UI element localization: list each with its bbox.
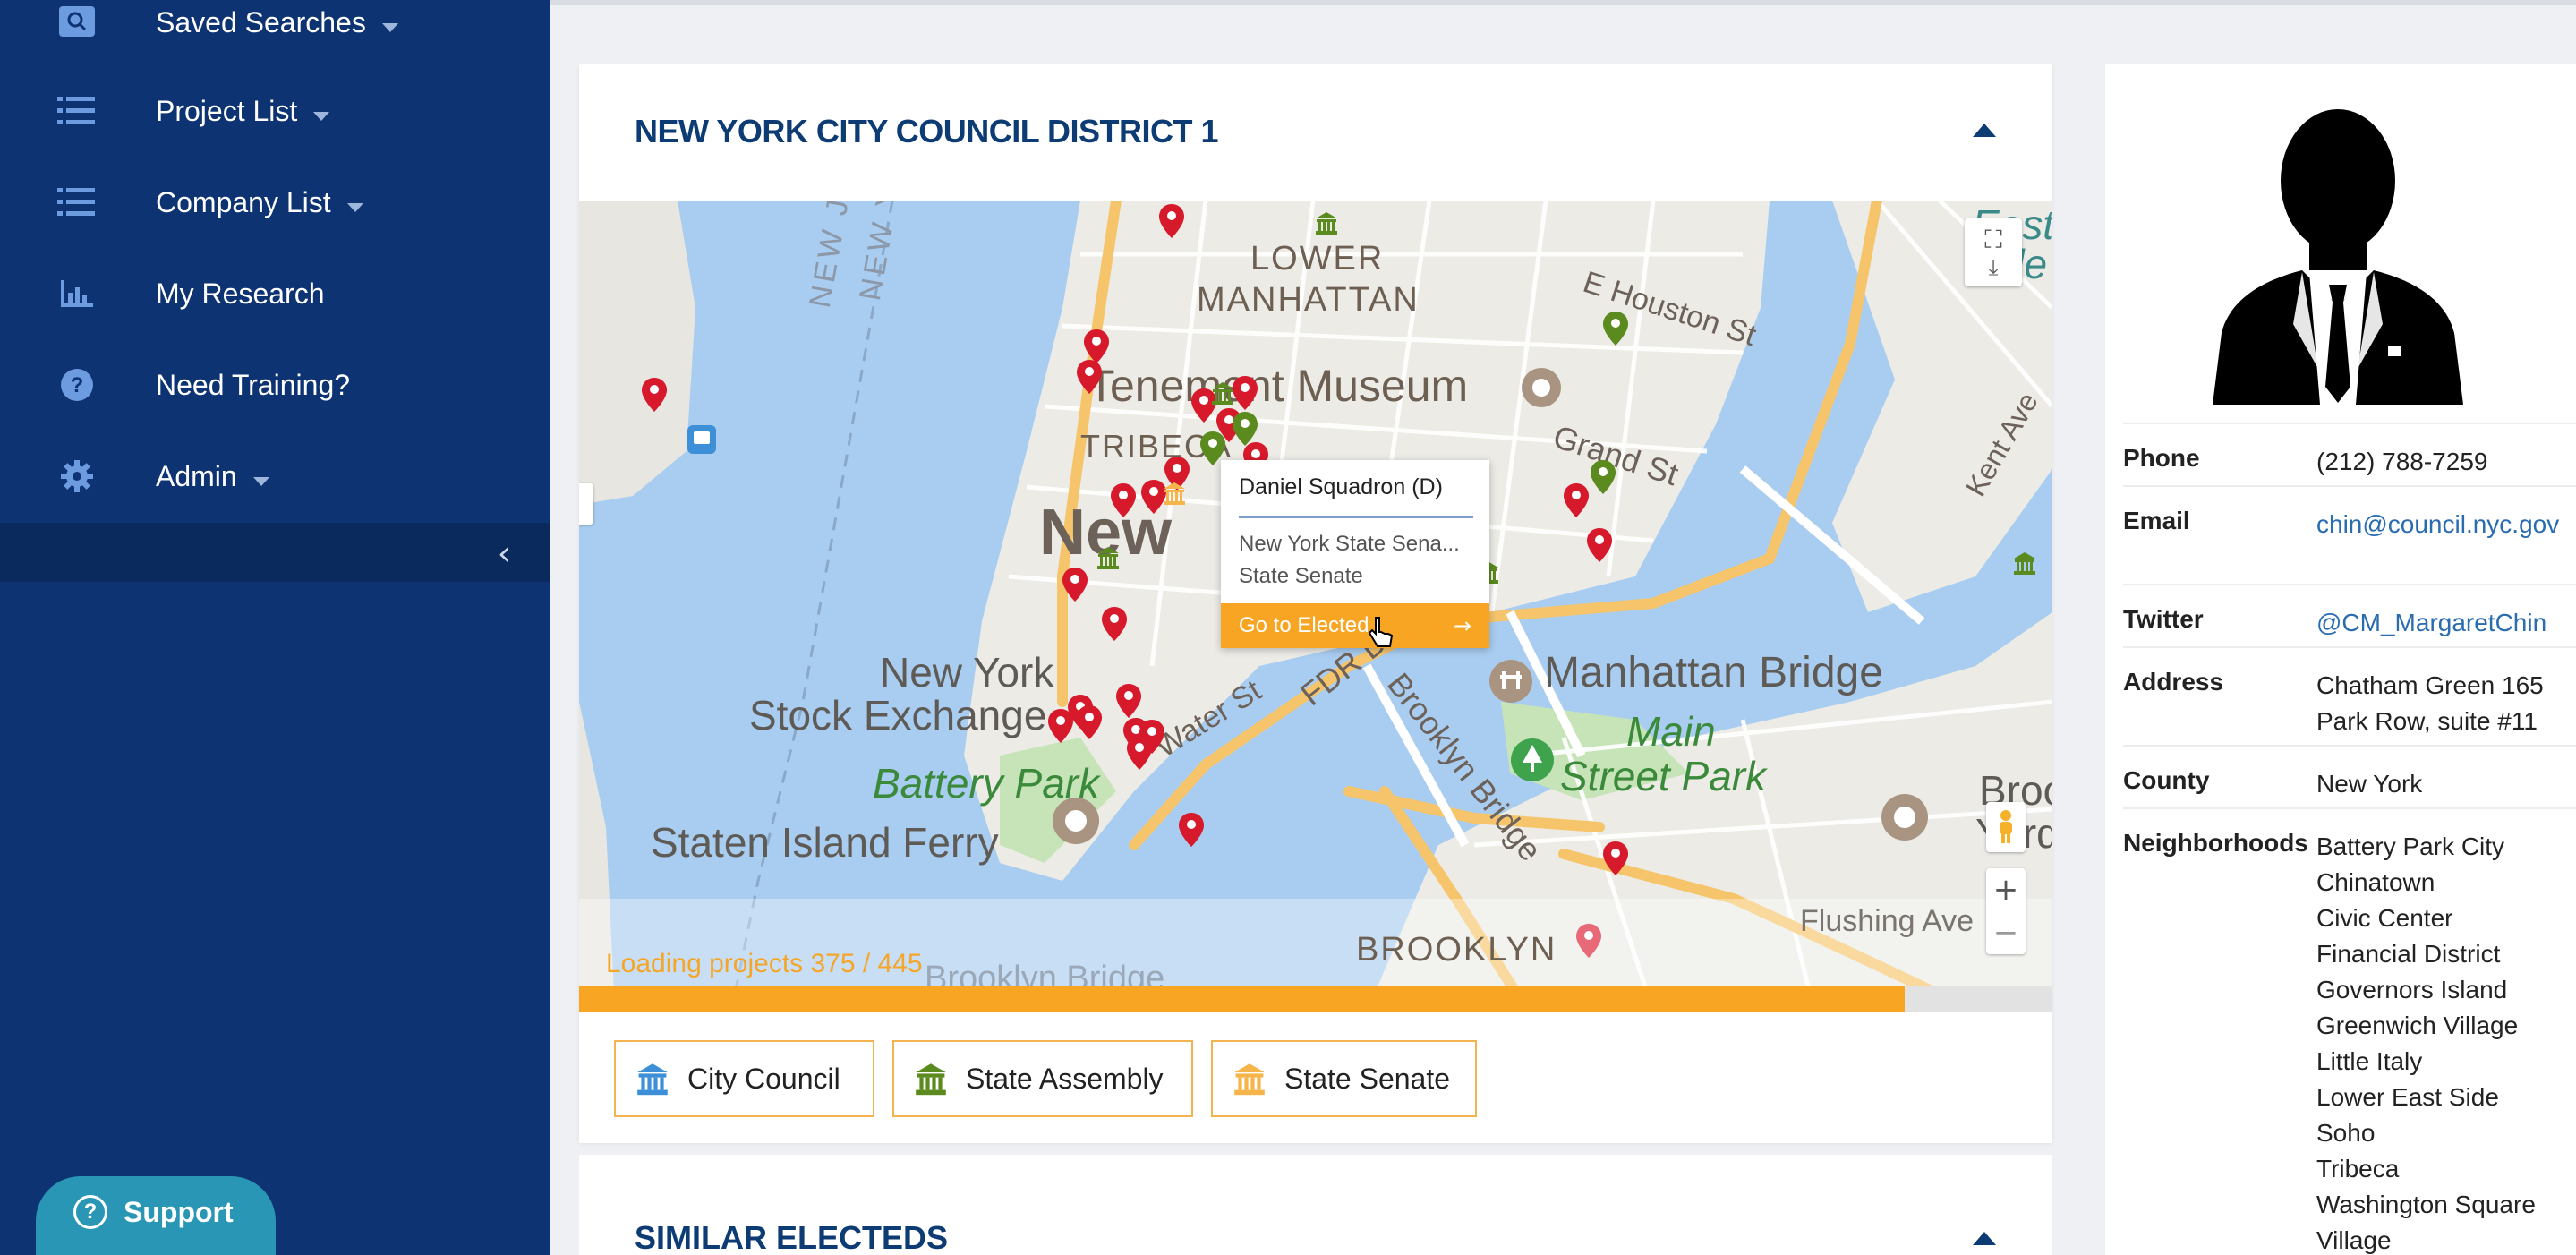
- district-map[interactable]: LOWER MANHATTAN Tenement Museum TRIBECA …: [579, 201, 2052, 1012]
- profile-row-email: Email chin@council.nyc.gov: [2123, 485, 2576, 584]
- popup-body: State Senate: [1239, 564, 1363, 588]
- similar-electeds-title: SIMILAR ELECTEDS: [635, 1219, 949, 1255]
- twitter-label: Twitter: [2123, 605, 2204, 633]
- loading-status: Loading projects 375 / 445: [606, 949, 923, 978]
- popup-office: New York State Sena...: [1239, 532, 1460, 556]
- support-button[interactable]: ? Support: [36, 1176, 276, 1255]
- list-item: Battery Park City: [2316, 832, 2505, 860]
- svg-text:?: ?: [71, 373, 84, 397]
- download-icon: ⤓: [1988, 255, 1999, 280]
- question-circle-icon: ?: [73, 1195, 107, 1229]
- list-item: Governors Island: [2316, 976, 2508, 1003]
- capitol-icon: [637, 1063, 668, 1096]
- sidebar-item-admin[interactable]: Admin: [0, 431, 550, 522]
- sidebar-item-my-research[interactable]: My Research: [0, 248, 550, 339]
- county-value: New York: [2316, 770, 2423, 798]
- capitol-icon: [1234, 1063, 1265, 1096]
- chevron-down-icon: [346, 202, 363, 212]
- list-item: Greenwich Village: [2316, 1012, 2519, 1039]
- avatar: [2213, 109, 2463, 405]
- popup-divider: [1239, 516, 1473, 518]
- sidebar-item-company-list[interactable]: Company List: [0, 157, 550, 248]
- list-icon: [57, 183, 97, 222]
- legend-city-council[interactable]: City Council: [614, 1040, 874, 1117]
- sidebar-item-label: Need Training?: [156, 368, 351, 401]
- neighborhoods-list: Battery Park City Chinatown Civic Center…: [2316, 829, 2576, 1255]
- fullscreen-icon: ⛶: [1984, 225, 2002, 254]
- sidebar-item-label: My Research: [156, 277, 325, 310]
- sidebar-collapse-bar[interactable]: ‹: [0, 523, 550, 582]
- sidebar-item-need-training[interactable]: ? Need Training?: [0, 339, 550, 431]
- gear-icon: [57, 457, 97, 496]
- list-icon: [57, 91, 97, 131]
- legend-label: City Council: [687, 1062, 840, 1095]
- chevron-left-icon[interactable]: ‹: [498, 534, 511, 573]
- sidebar-item-label: Company List: [156, 185, 331, 218]
- collapse-caret-up-icon[interactable]: [1973, 1232, 1996, 1245]
- chevron-down-icon: [313, 111, 330, 121]
- loading-progress-fill: [579, 986, 1906, 1012]
- search-icon: [57, 3, 97, 42]
- district-title: NEW YORK CITY COUNCIL DISTRICT 1: [635, 113, 1219, 149]
- list-item: Lower East Side: [2316, 1083, 2499, 1111]
- loading-progress-bar: [579, 986, 2052, 1012]
- support-label: Support: [124, 1195, 234, 1228]
- list-item: Little Italy: [2316, 1047, 2423, 1075]
- sidebar: Saved Searches Project List Company List…: [0, 0, 550, 1255]
- similar-electeds-card: SIMILAR ELECTEDS: [579, 1155, 2052, 1255]
- sidebar-item-label: Project List: [156, 94, 298, 127]
- address-label: Address: [2123, 668, 2224, 696]
- sidebar-item-label: Admin: [156, 459, 237, 492]
- list-item: Soho: [2316, 1119, 2376, 1147]
- neighborhoods-label: Neighborhoods: [2123, 829, 2308, 857]
- top-divider: [550, 0, 2576, 5]
- list-item: Financial District: [2316, 940, 2501, 968]
- list-item: Chinatown: [2316, 868, 2435, 896]
- phone-value: (212) 788-7259: [2316, 448, 2488, 475]
- list-item: Washington Square Village: [2316, 1191, 2536, 1254]
- chevron-down-icon: [381, 22, 398, 32]
- question-circle-icon: ?: [57, 365, 97, 405]
- bar-chart-icon: [57, 274, 97, 313]
- profile-row-neighborhoods: Neighborhoods Battery Park City Chinatow…: [2123, 807, 2576, 1255]
- sidebar-item-saved-searches[interactable]: Saved Searches: [0, 0, 550, 68]
- email-link[interactable]: chin@council.nyc.gov: [2316, 507, 2576, 542]
- collapse-caret-up-icon[interactable]: [1973, 124, 1996, 137]
- profile-panel: Phone (212) 788-7259 Email chin@council.…: [2105, 64, 2576, 1255]
- sidebar-item-label: Saved Searches: [156, 5, 366, 38]
- county-label: County: [2123, 766, 2210, 794]
- legend-state-senate[interactable]: State Senate: [1211, 1040, 1477, 1117]
- zoom-in-button[interactable]: +: [1993, 868, 2019, 911]
- legend-label: State Senate: [1284, 1062, 1451, 1095]
- profile-row-address: Address Chatham Green 165 Park Row, suit…: [2123, 646, 2576, 745]
- list-item: Civic Center: [2316, 904, 2453, 932]
- chevron-down-icon: [252, 476, 269, 486]
- arrow-right-icon: →: [1453, 613, 1471, 638]
- elected-popup: Daniel Squadron (D) New York State Sena.…: [1221, 460, 1489, 648]
- sidebar-item-project-list[interactable]: Project List: [0, 65, 550, 157]
- go-to-elected-button[interactable]: Go to Elected →: [1221, 603, 1489, 648]
- popup-elected-name: Daniel Squadron (D): [1239, 474, 1443, 499]
- twitter-link[interactable]: @CM_MargaretChin: [2316, 605, 2576, 641]
- profile-row-county: County New York: [2123, 745, 2576, 807]
- map-side-control[interactable]: [579, 483, 593, 525]
- email-label: Email: [2123, 507, 2190, 534]
- hand-cursor-icon: [1368, 617, 1394, 647]
- address-value: Chatham Green 165 Park Row, suite #11: [2316, 671, 2544, 735]
- list-item: Tribeca: [2316, 1155, 2400, 1182]
- legend-state-assembly[interactable]: State Assembly: [892, 1040, 1193, 1117]
- profile-row-phone: Phone (212) 788-7259: [2123, 423, 2576, 485]
- zoom-controls: + −: [1986, 868, 2026, 954]
- phone-label: Phone: [2123, 444, 2200, 472]
- street-view-pegman[interactable]: [1986, 802, 2026, 852]
- capitol-icon: [916, 1063, 946, 1096]
- zoom-out-button[interactable]: −: [1993, 911, 2019, 954]
- pegman-icon: [2000, 810, 2012, 843]
- profile-row-twitter: Twitter @CM_MargaretChin: [2123, 584, 2576, 646]
- go-to-elected-label: Go to Elected: [1239, 613, 1369, 637]
- fullscreen-button[interactable]: ⛶ ⤓: [1965, 218, 2022, 286]
- legend-label: State Assembly: [966, 1062, 1164, 1095]
